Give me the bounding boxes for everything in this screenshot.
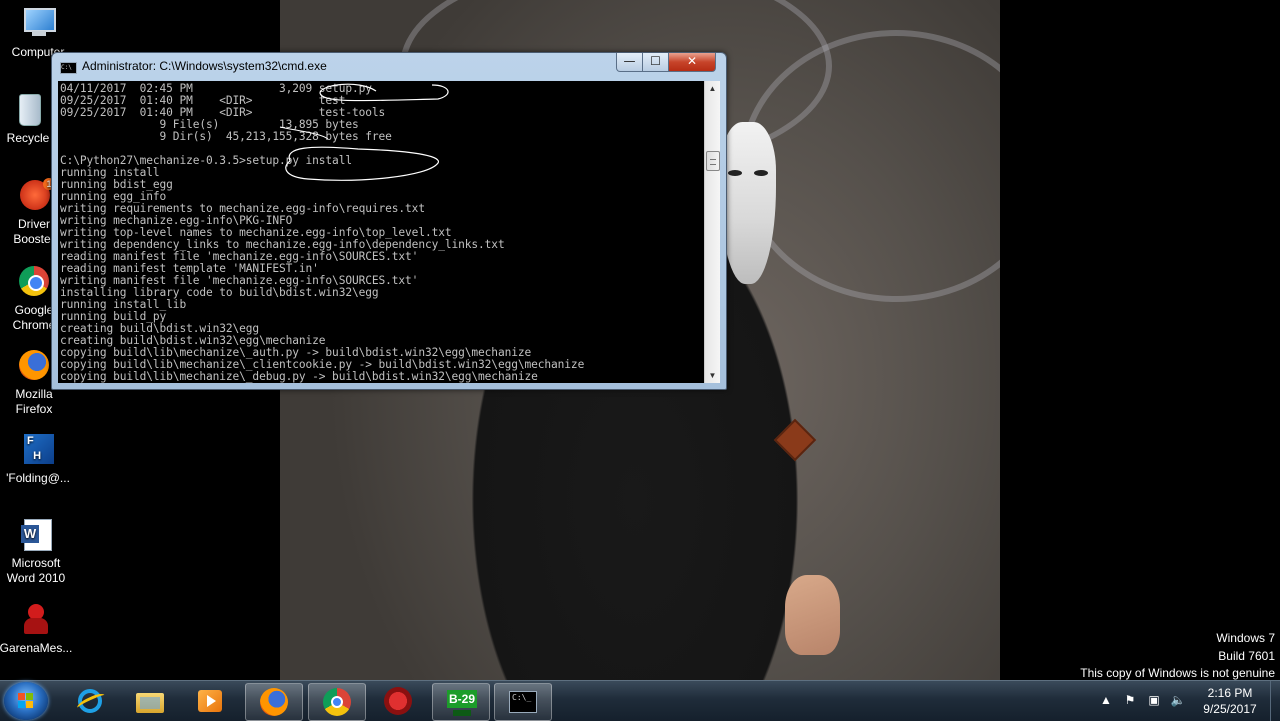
- chrome-icon: [16, 264, 52, 300]
- desktop-icon-label: 'Folding@...: [6, 471, 70, 485]
- taskbar-chrome[interactable]: [308, 683, 366, 721]
- hand: [785, 575, 840, 655]
- show-hidden-icons-icon[interactable]: ▲: [1098, 692, 1114, 708]
- folder-icon: [136, 687, 164, 715]
- scrollbar-thumb[interactable]: [706, 151, 720, 171]
- action-center-flag-icon[interactable]: ⚑: [1122, 692, 1138, 708]
- clock-time: 2:16 PM: [1207, 686, 1253, 700]
- start-button[interactable]: [4, 682, 48, 720]
- volume-icon[interactable]: 🔈: [1170, 692, 1186, 708]
- taskbar-media-player[interactable]: [182, 683, 238, 719]
- word-icon: W: [18, 517, 54, 553]
- desktop-background-right: [1000, 0, 1280, 680]
- watermark-os: Windows 7: [1216, 631, 1275, 645]
- desktop-icon-label: GarenaMes...: [0, 641, 73, 655]
- media-player-icon: [196, 687, 224, 715]
- b29-icon: B-29: [447, 688, 477, 716]
- taskbar-garena[interactable]: [370, 683, 426, 719]
- network-icon[interactable]: ▣: [1146, 692, 1162, 708]
- firefox-icon: [260, 688, 288, 716]
- firefox-icon: [16, 348, 52, 384]
- window-titlebar[interactable]: C:\ Administrator: C:\Windows\system32\c…: [52, 53, 726, 79]
- garena-icon: [384, 687, 412, 715]
- windows-watermark: Windows 7 Build 7601 This copy of Window…: [1080, 630, 1275, 683]
- taskbar-firefox[interactable]: [245, 683, 303, 721]
- garena-messenger-icon: [18, 602, 54, 638]
- taskbar-file-explorer[interactable]: [122, 683, 178, 719]
- watermark-build: Build 7601: [1218, 648, 1275, 663]
- b29-label: B-29: [447, 690, 477, 708]
- desktop-icon-label: Mozilla Firefox: [15, 387, 53, 416]
- desktop-icon-folding-at-home[interactable]: F H 'Folding@...: [0, 432, 76, 486]
- close-button[interactable]: ✕: [668, 53, 716, 72]
- taskbar-cmd[interactable]: C:\_: [494, 683, 552, 721]
- console-output[interactable]: 04/11/2017 02:45 PM 3,209 setup.py 09/25/…: [58, 81, 704, 383]
- driver-booster-icon: 1: [16, 178, 55, 214]
- clock-date: 9/25/2017: [1203, 702, 1257, 716]
- window-title: Administrator: C:\Windows\system32\cmd.e…: [82, 59, 327, 73]
- vertical-scrollbar[interactable]: ▲ ▼: [704, 81, 720, 383]
- scroll-down-arrow-icon[interactable]: ▼: [705, 368, 720, 383]
- desktop-icon-garena[interactable]: GarenaMes...: [0, 602, 74, 656]
- recycle-bin-icon: [10, 92, 46, 128]
- computer-icon: [20, 6, 56, 42]
- chrome-icon: [323, 688, 351, 716]
- desktop-icon-label: Microsoft Word 2010: [6, 556, 66, 585]
- cmd-icon[interactable]: C:\: [60, 62, 77, 74]
- minimize-button[interactable]: —: [616, 53, 643, 72]
- internet-explorer-icon: [75, 687, 107, 715]
- taskbar-internet-explorer[interactable]: [62, 683, 118, 719]
- taskbar: B-29 C:\_ ▲ ⚑ ▣ 🔈 2:16 PM 9/25/2017: [0, 680, 1280, 721]
- cmd-icon: C:\_: [509, 688, 537, 716]
- cmd-window[interactable]: C:\ Administrator: C:\Windows\system32\c…: [51, 52, 727, 390]
- folding-at-home-icon: F H: [20, 432, 56, 468]
- taskbar-b29[interactable]: B-29: [432, 683, 490, 721]
- clock[interactable]: 2:16 PM 9/25/2017: [1190, 685, 1270, 717]
- maximize-button[interactable]: ☐: [642, 53, 669, 72]
- scroll-up-arrow-icon[interactable]: ▲: [705, 81, 720, 96]
- show-desktop-button[interactable]: [1270, 681, 1280, 721]
- annotation-scribbles: [279, 83, 449, 181]
- cmd-icon-label: C:\_: [509, 691, 537, 713]
- windows-logo-icon: [18, 693, 34, 709]
- desktop-icon-word[interactable]: W Microsoft Word 2010: [0, 517, 74, 586]
